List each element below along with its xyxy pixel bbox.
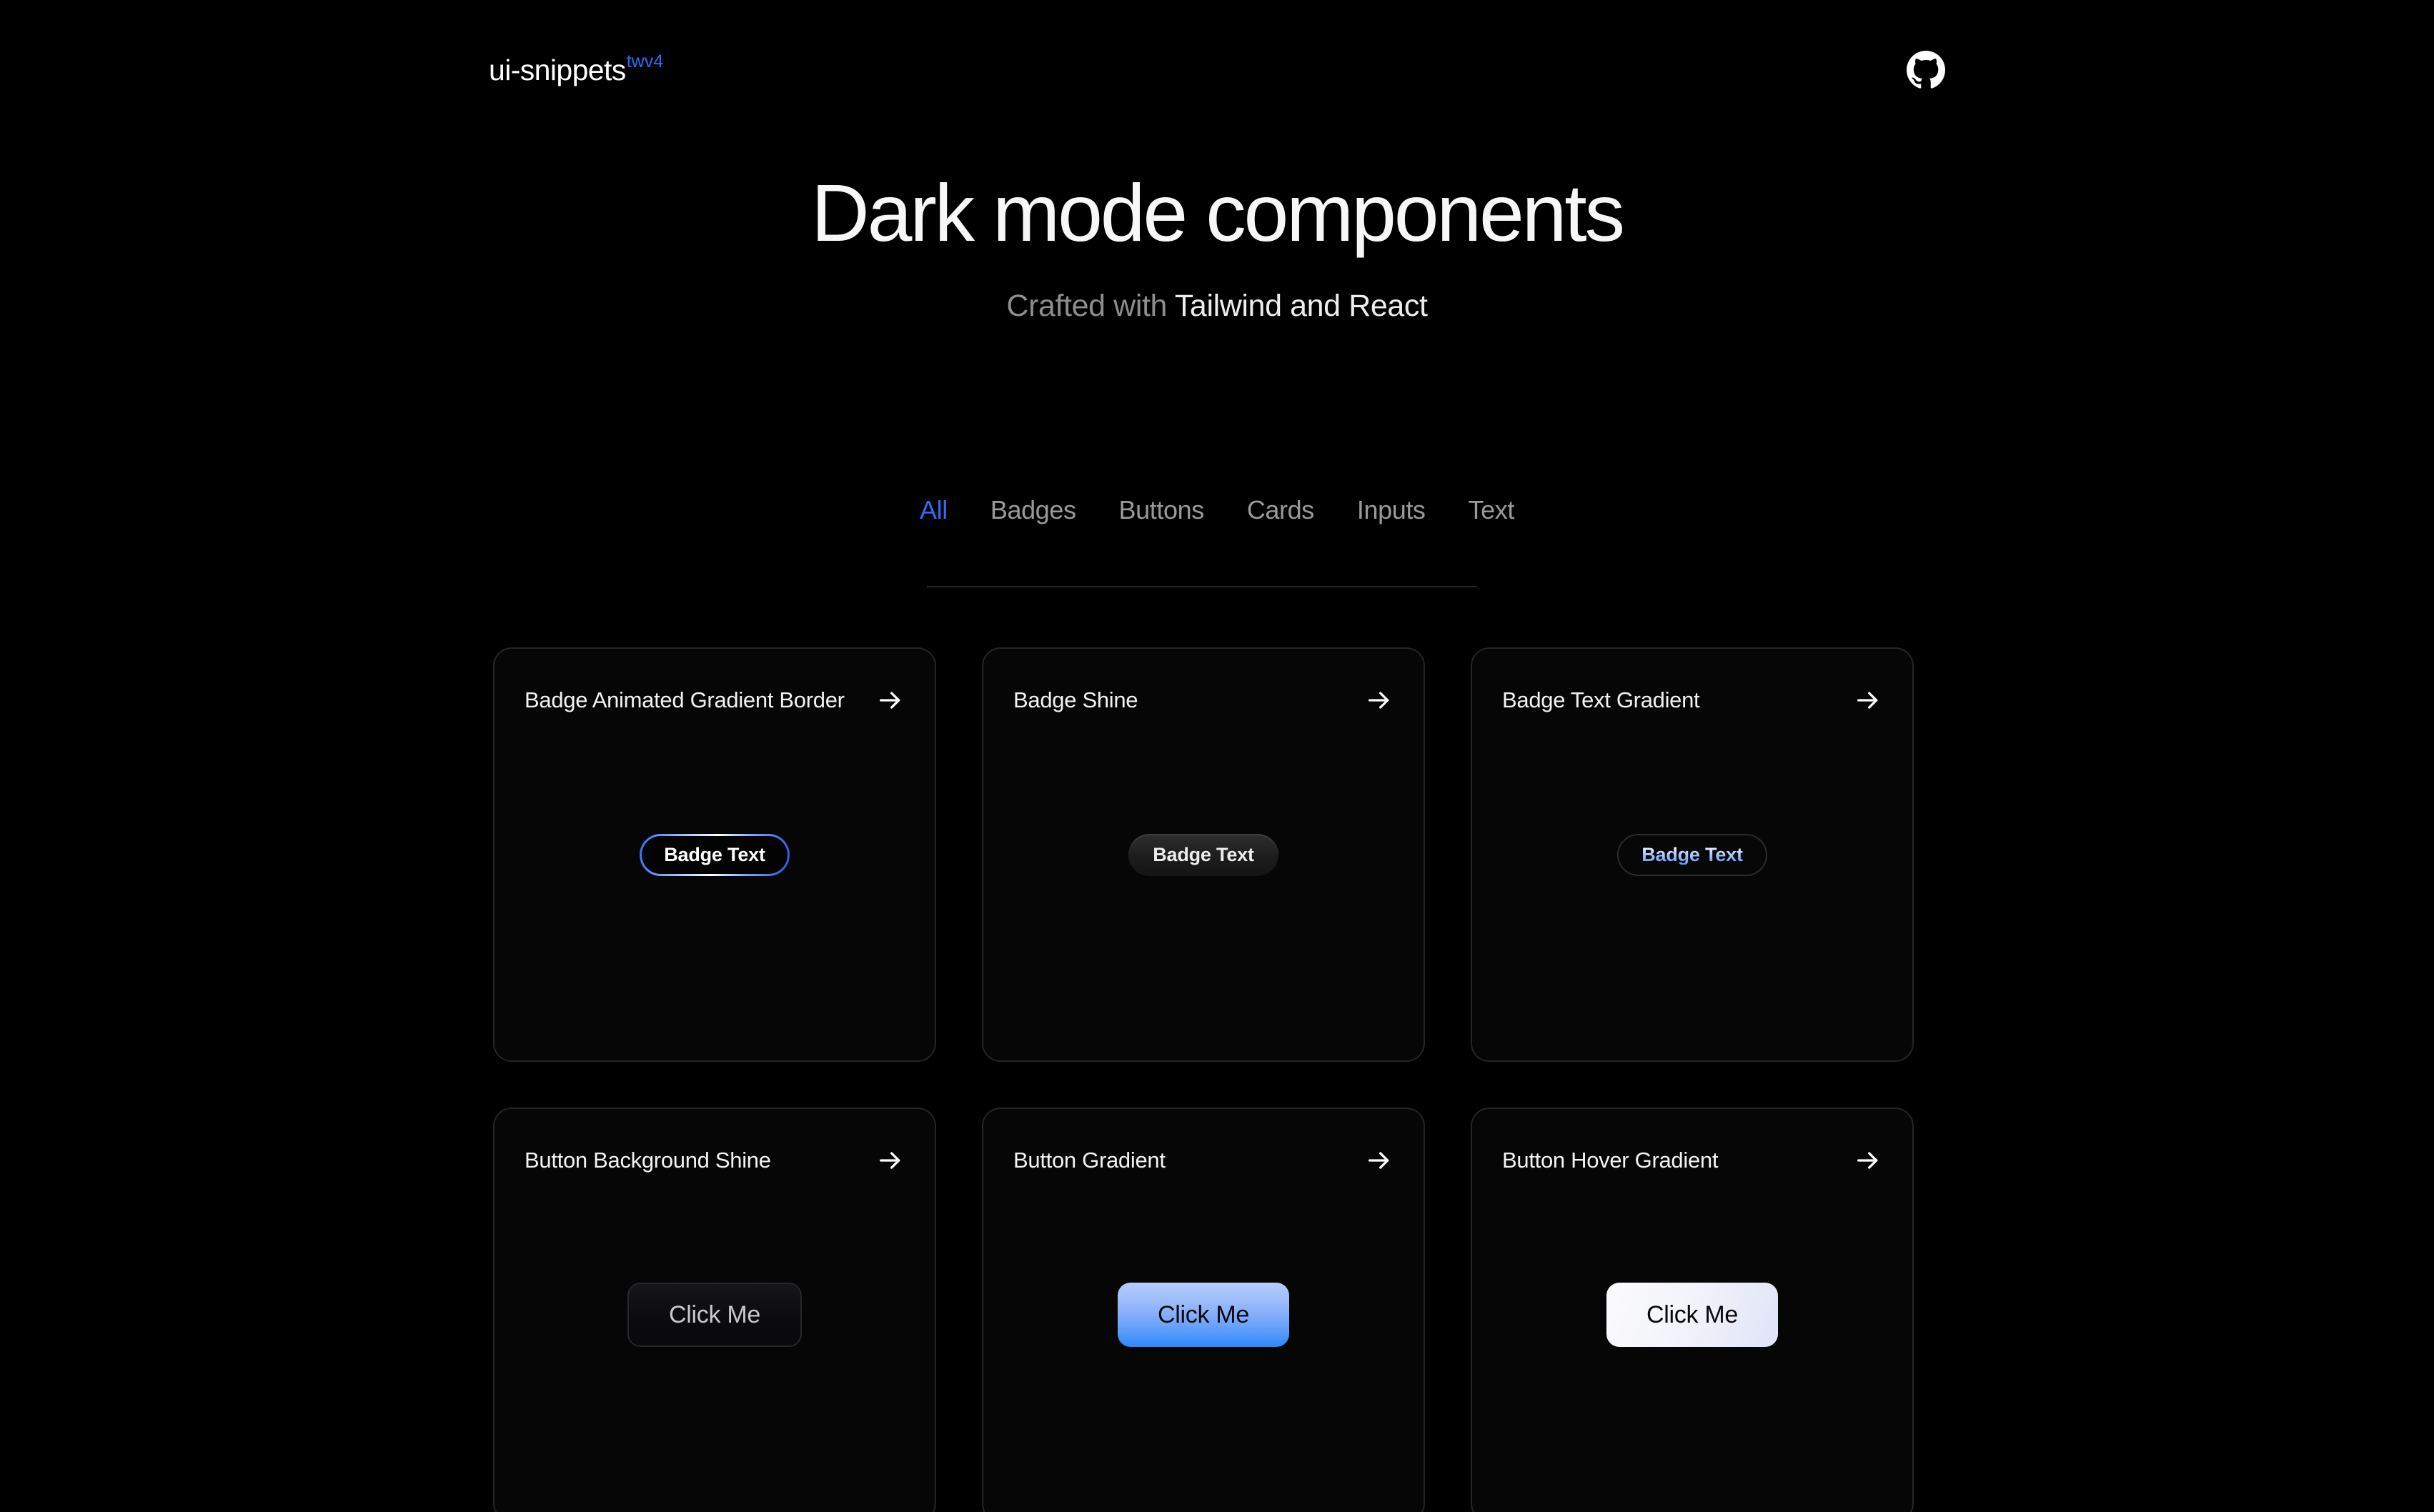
snippet-card[interactable]: Button Background Shine Click Me bbox=[493, 1108, 936, 1512]
brand-name: ui-snippets bbox=[489, 53, 626, 86]
card-preview: Badge Text bbox=[1472, 649, 1912, 1060]
filter-tab-buttons[interactable]: Buttons bbox=[1115, 494, 1208, 526]
card-preview: Badge Text bbox=[983, 649, 1424, 1060]
hero-subtitle: Crafted with Tailwind and React bbox=[0, 289, 2434, 324]
badge-text-gradient[interactable]: Badge Text bbox=[1617, 833, 1767, 876]
hero-section: Dark mode components Crafted with Tailwi… bbox=[0, 169, 2434, 324]
card-preview: Click Me bbox=[1472, 1109, 1912, 1512]
brand-version-sup: twv4 bbox=[626, 51, 664, 71]
button-bg-shine-button[interactable]: Click Me bbox=[627, 1283, 802, 1347]
button-gradient-button[interactable]: Click Me bbox=[1118, 1283, 1289, 1347]
filter-tab-all[interactable]: All bbox=[915, 494, 952, 526]
filter-tab-inputs[interactable]: Inputs bbox=[1353, 494, 1430, 526]
badge-animated-gradient-border[interactable]: Badge Text bbox=[640, 833, 790, 876]
filter-tab-cards[interactable]: Cards bbox=[1243, 494, 1318, 526]
badge-label: Badge Text bbox=[642, 835, 788, 874]
hero-subtitle-lead: Crafted with bbox=[1006, 289, 1175, 324]
site-header: ui-snippets twv4 bbox=[0, 0, 2434, 140]
card-preview: Click Me bbox=[983, 1109, 1424, 1512]
badge-label: Badge Text bbox=[1641, 843, 1743, 865]
filters-divider bbox=[927, 586, 1477, 587]
card-preview: Badge Text bbox=[495, 649, 935, 1060]
page-root: ui-snippets twv4 Dark mode components Cra… bbox=[0, 0, 2434, 1512]
github-icon bbox=[1907, 51, 1945, 89]
snippet-card[interactable]: Badge Animated Gradient Border Badge Text bbox=[493, 647, 936, 1062]
filter-tab-badges[interactable]: Badges bbox=[986, 494, 1081, 526]
button-hover-gradient-button[interactable]: Click Me bbox=[1606, 1283, 1778, 1347]
github-link[interactable] bbox=[1907, 51, 1945, 89]
snippet-card[interactable]: Button Gradient Click Me bbox=[982, 1108, 1425, 1512]
snippet-card[interactable]: Button Hover Gradient Click Me bbox=[1471, 1108, 1914, 1512]
page-title: Dark mode components bbox=[811, 168, 1625, 258]
filter-tabs: All Badges Buttons Cards Inputs Text bbox=[0, 494, 2434, 526]
brand-logo[interactable]: ui-snippets twv4 bbox=[489, 51, 664, 86]
badge-shine[interactable]: Badge Text bbox=[1128, 833, 1278, 876]
hero-subtitle-accent: Tailwind and React bbox=[1174, 289, 1428, 324]
snippet-grid: Badge Animated Gradient Border Badge Text… bbox=[493, 647, 1942, 1512]
snippet-card[interactable]: Badge Text Gradient Badge Text bbox=[1471, 647, 1914, 1062]
filter-tab-text[interactable]: Text bbox=[1464, 494, 1519, 526]
snippet-card[interactable]: Badge Shine Badge Text bbox=[982, 647, 1425, 1062]
card-preview: Click Me bbox=[495, 1109, 935, 1512]
